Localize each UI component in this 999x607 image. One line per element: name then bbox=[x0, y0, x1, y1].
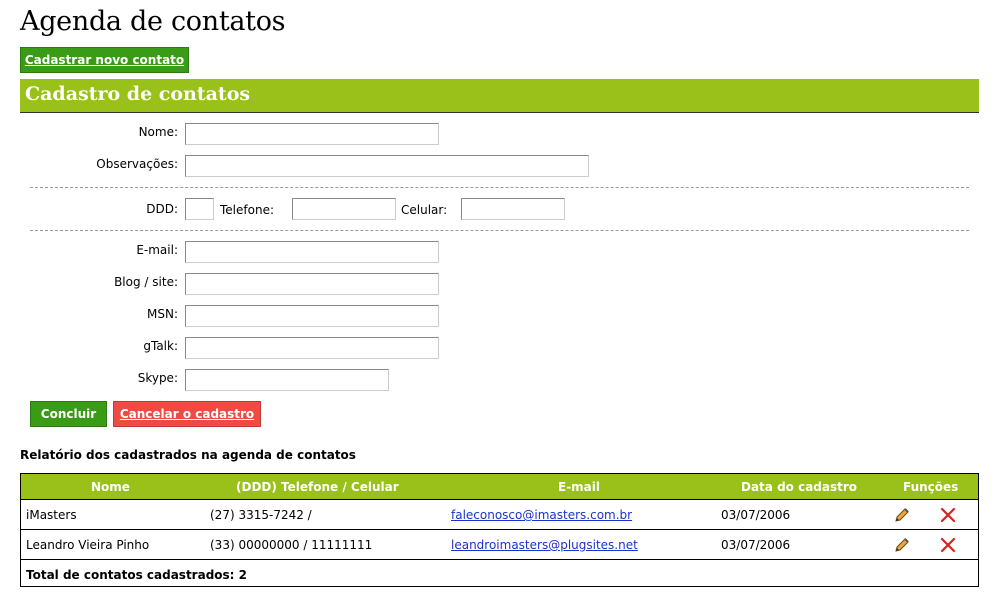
gtalk-label: gTalk: bbox=[143, 339, 178, 353]
delete-x-icon[interactable] bbox=[939, 506, 957, 524]
email-input[interactable] bbox=[185, 241, 439, 263]
form-section-header: Cadastro de contatos bbox=[20, 79, 979, 113]
table-row: iMasters (27) 3315-7242 / faleconosco@im… bbox=[21, 500, 978, 530]
cell-data: 03/07/2006 bbox=[721, 508, 791, 522]
nome-input[interactable] bbox=[185, 123, 439, 145]
total-count: Total de contatos cadastrados: 2 bbox=[26, 568, 247, 582]
telefone-label: Telefone: bbox=[220, 203, 274, 217]
column-header-data: Data do cadastro bbox=[741, 480, 858, 494]
telefone-input[interactable] bbox=[292, 198, 396, 220]
cell-data: 03/07/2006 bbox=[721, 538, 791, 552]
email-label: E-mail: bbox=[136, 243, 178, 257]
ddd-input[interactable] bbox=[185, 198, 214, 220]
blog-label: Blog / site: bbox=[114, 275, 178, 289]
gtalk-input[interactable] bbox=[185, 337, 439, 359]
msn-input[interactable] bbox=[185, 305, 439, 327]
observacoes-input[interactable] bbox=[185, 155, 589, 177]
column-header-telefone: (DDD) Telefone / Celular bbox=[236, 480, 399, 494]
delete-x-icon[interactable] bbox=[939, 536, 957, 554]
new-contact-button[interactable]: Cadastrar novo contato bbox=[20, 47, 189, 73]
cancel-button[interactable]: Cancelar o cadastro bbox=[113, 401, 261, 427]
cell-nome: Leandro Vieira Pinho bbox=[26, 538, 150, 552]
blog-input[interactable] bbox=[185, 273, 439, 295]
nome-label: Nome: bbox=[138, 125, 178, 139]
ddd-label: DDD: bbox=[146, 202, 178, 216]
column-header-nome: Nome bbox=[91, 480, 130, 494]
column-header-email: E-mail bbox=[558, 480, 601, 494]
msn-label: MSN: bbox=[147, 307, 178, 321]
skype-input[interactable] bbox=[185, 369, 389, 391]
celular-label: Celular: bbox=[401, 203, 448, 217]
email-link[interactable]: leandroimasters@plugsites.net bbox=[451, 538, 638, 552]
column-header-funcoes: Funções bbox=[903, 480, 959, 494]
divider bbox=[30, 187, 969, 188]
cell-email: leandroimasters@plugsites.net bbox=[451, 538, 638, 552]
cell-nome: iMasters bbox=[26, 508, 77, 522]
skype-label: Skype: bbox=[137, 371, 178, 385]
pencil-icon[interactable] bbox=[893, 506, 911, 524]
celular-input[interactable] bbox=[461, 198, 565, 220]
table-header: Nome (DDD) Telefone / Celular E-mail Dat… bbox=[21, 474, 978, 500]
observacoes-label: Observações: bbox=[96, 157, 178, 171]
table-row: Leandro Vieira Pinho (33) 00000000 / 111… bbox=[21, 530, 978, 560]
section-title: Cadastro de contatos bbox=[25, 83, 251, 105]
page-title: Agenda de contatos bbox=[20, 6, 286, 37]
divider bbox=[30, 230, 969, 231]
cell-email: faleconosco@imasters.com.br bbox=[451, 508, 632, 522]
cell-telefone: (27) 3315-7242 / bbox=[210, 508, 312, 522]
pencil-icon[interactable] bbox=[893, 536, 911, 554]
report-title: Relatório dos cadastrados na agenda de c… bbox=[20, 448, 356, 462]
submit-button[interactable]: Concluir bbox=[30, 401, 107, 427]
email-link[interactable]: faleconosco@imasters.com.br bbox=[451, 508, 632, 522]
cell-telefone: (33) 00000000 / 11111111 bbox=[210, 538, 373, 552]
contacts-table: Nome (DDD) Telefone / Celular E-mail Dat… bbox=[20, 473, 979, 587]
